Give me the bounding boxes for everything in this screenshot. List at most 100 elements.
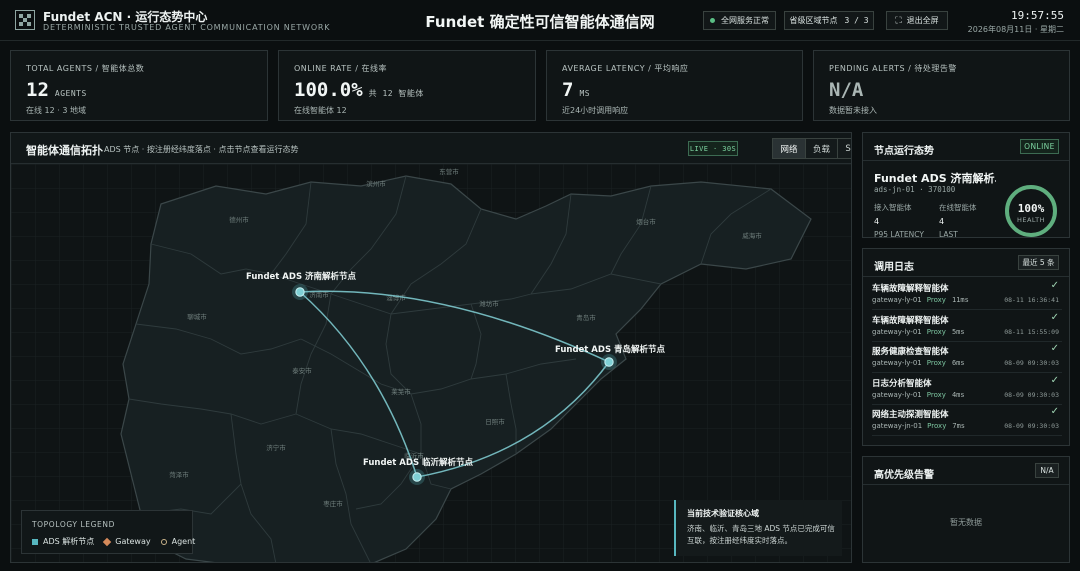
city-label: 济宁市 xyxy=(266,443,286,452)
alerts-empty-text: 暂无数据 xyxy=(950,518,982,527)
topology-header: 智能体通信拓扑 ADS 节点 · 按注册经纬度落点 · 点击节点查看运行态势 L… xyxy=(11,133,851,164)
tab-network[interactable]: 网络 xyxy=(773,139,805,158)
topology-title: 智能体通信拓扑 xyxy=(26,144,103,157)
topology-panel: 智能体通信拓扑 ADS 节点 · 按注册经纬度落点 · 点击节点查看运行态势 L… xyxy=(10,132,852,563)
call-log-panel: 调用日志 最近 5 条 车辆故障解释智能体 ✓ gateway-ly-01 Proxy… xyxy=(862,248,1070,446)
alerts-badge: N/A xyxy=(1035,463,1059,478)
logo-icon xyxy=(15,10,35,30)
stat-sub: 在线智能体 12 xyxy=(294,106,347,115)
priority-alerts-panel: 高优先级告警 N/A 暂无数据 xyxy=(862,456,1070,563)
call-log-title: 调用日志 xyxy=(874,262,914,273)
city-label: 枣庄市 xyxy=(323,499,343,508)
online-badge: ONLINE xyxy=(1020,139,1059,154)
stat-card-average-latency: AVERAGE LATENCY / 平均响应 7 MS 近24小时调用响应 xyxy=(546,50,803,121)
node-id: ads-jn-01 · 370100 xyxy=(874,185,956,194)
city-label: 威海市 xyxy=(742,231,762,240)
city-label: 烟台市 xyxy=(636,217,656,226)
stat-card-online-rate: ONLINE RATE / 在线率 100.0% 共 12 智能体 在线智能体 1… xyxy=(278,50,536,121)
city-label: 泰安市 xyxy=(292,366,312,375)
log-agent-name: 日志分析智能体 xyxy=(872,378,932,389)
agent-icon xyxy=(160,538,167,545)
node-label-qingdao: Fundet ADS 青岛解析节点 xyxy=(555,344,666,355)
stat-card-pending-alerts: PENDING ALERTS / 待处理告警 N/A 数据暂未接入 xyxy=(813,50,1070,121)
core-domain-note: 当前技术验证核心域 济南、临沂、青岛三地 ADS 节点已完成可信互联，按注册经纬… xyxy=(674,500,842,556)
brand-subtitle: DETERMINISTIC TRUSTED AGENT COMMUNICATIO… xyxy=(43,23,331,32)
log-meta: gateway-ly-01 Proxy 6ms xyxy=(872,359,965,368)
city-label: 德州市 xyxy=(229,215,249,224)
stat-value: N/A xyxy=(829,79,864,101)
stat-value: 12 AGENTS xyxy=(26,79,87,101)
success-check-icon: ✓ xyxy=(1050,406,1059,418)
legend-title: TOPOLOGY LEGEND xyxy=(32,520,115,529)
log-meta: gateway-jn-01 Proxy 7ms xyxy=(872,422,966,431)
kv-online-agents: 在线智能体 4 xyxy=(939,203,977,226)
stat-sub: 数据暂未接入 xyxy=(829,106,877,115)
city-label: 滨州市 xyxy=(366,179,386,188)
kv-last: LAST xyxy=(939,230,958,238)
call-log-item[interactable]: 服务健康检查智能体 ✓ gateway-ly-01 Proxy 6ms 08-09 09:… xyxy=(872,342,1062,374)
call-log-item[interactable]: 网络主动探测智能体 ✓ gateway-jn-01 Proxy 7ms 08-09 09:… xyxy=(872,405,1062,437)
legend-item-gateway: Gateway xyxy=(103,536,151,547)
success-check-icon: ✓ xyxy=(1050,343,1059,355)
log-agent-name: 车辆故障解释智能体 xyxy=(872,284,949,294)
city-label: 潍坊市 xyxy=(479,299,499,308)
log-timestamp: 08-09 09:30:03 xyxy=(1004,422,1059,431)
tab-load[interactable]: 负载 xyxy=(805,139,837,158)
log-timestamp: 08-11 15:55:09 xyxy=(1004,327,1059,336)
log-agent-name: 网络主动探测智能体 xyxy=(872,410,949,421)
node-status-panel: 节点运行态势 ONLINE Fundet ADS 济南解析… ads-jn-01… xyxy=(862,132,1070,238)
network-status-label: 全网服务正常 xyxy=(721,16,769,25)
city-label: 青岛市 xyxy=(576,313,596,322)
network-status-pill[interactable]: 全网服务正常 xyxy=(703,11,776,30)
note-title: 当前技术验证核心域 xyxy=(687,509,759,518)
gateway-icon xyxy=(103,537,112,546)
top-header: Fundet ACN · 运行态势中心 DETERMINISTIC TRUSTE… xyxy=(0,0,1080,41)
province-nodes-label: 省级区域节点 xyxy=(789,16,838,25)
recent-filter-button[interactable]: 最近 5 条 xyxy=(1018,255,1059,270)
stat-label: ONLINE RATE / 在线率 xyxy=(294,64,387,73)
stat-label: TOTAL AGENTS / 智能体总数 xyxy=(26,64,145,73)
success-check-icon: ✓ xyxy=(1050,311,1059,323)
status-dot-icon xyxy=(710,18,715,23)
log-agent-name: 服务健康检查智能体 xyxy=(872,347,949,358)
success-check-icon: ✓ xyxy=(1050,280,1059,291)
note-text: 济南、临沂、青岛三地 ADS 节点已完成可信互联，按注册经纬度实时落点。 xyxy=(687,524,835,545)
call-log-item[interactable]: 车辆故障解释智能体 ✓ gateway-ly-01 Proxy 11ms 08-11 16… xyxy=(872,279,1062,310)
live-badge: LIVE · 30S xyxy=(688,141,738,156)
exit-fullscreen-label: 退出全屏 xyxy=(906,16,939,25)
city-label: 聊城市 xyxy=(187,312,207,321)
province-nodes-pill[interactable]: 省级区域节点 3 / 3 xyxy=(784,11,874,30)
clock-date: 2026年08月11日 · 星期二 xyxy=(967,25,1064,34)
kv-p95-latency: P95 LATENCY xyxy=(874,230,924,238)
call-log-item[interactable]: 日志分析智能体 ✓ gateway-ly-01 Proxy 4ms 08-09 09:30… xyxy=(872,374,1062,405)
province-nodes-value: 3 / 3 xyxy=(844,16,869,25)
topology-legend: TOPOLOGY LEGEND ADS 解析节点 Gateway Agent xyxy=(21,510,195,554)
log-timestamp: 08-09 09:30:03 xyxy=(1004,390,1059,399)
legend-item-ads: ADS 解析节点 xyxy=(32,536,94,547)
topology-subtitle: ADS 节点 · 按注册经纬度落点 · 点击节点查看运行态势 xyxy=(104,145,299,154)
stat-sub: 在线 12 · 3 地域 xyxy=(26,106,86,115)
tab-sla[interactable]: SLA xyxy=(837,139,851,158)
success-check-icon: ✓ xyxy=(1050,374,1059,386)
ads-node-icon xyxy=(32,538,38,545)
call-log-item[interactable]: 车辆故障解释智能体 ✓ gateway-ly-01 Proxy 5ms 08-11 15:… xyxy=(872,311,1062,342)
log-meta: gateway-ly-01 Proxy 5ms xyxy=(872,327,965,336)
node-label-linyi: Fundet ADS 临沂解析节点 xyxy=(363,457,474,468)
page-title: Fundet 确定性可信智能体通信网 xyxy=(425,13,655,31)
log-agent-name: 车辆故障解释智能体 xyxy=(872,315,949,326)
alerts-title: 高优先级告警 xyxy=(874,470,934,481)
exit-fullscreen-button[interactable]: ⛶ 退出全屏 xyxy=(886,11,948,30)
stat-value: 7 MS xyxy=(562,79,591,101)
log-meta: gateway-ly-01 Proxy 11ms xyxy=(872,296,969,304)
city-label: 日照市 xyxy=(485,417,505,426)
health-label: HEALTH xyxy=(1016,216,1046,224)
clock-time: 19:57:55 xyxy=(1011,9,1064,22)
kv-connected-agents: 接入智能体 4 xyxy=(874,203,912,226)
stat-card-total-agents: TOTAL AGENTS / 智能体总数 12 AGENTS 在线 12 · 3 … xyxy=(10,50,268,121)
stat-label: PENDING ALERTS / 待处理告警 xyxy=(829,64,957,73)
view-tabs: 网络 负载 SLA xyxy=(772,138,851,159)
fullscreen-exit-icon: ⛶ xyxy=(895,15,902,26)
stat-label: AVERAGE LATENCY / 平均响应 xyxy=(562,64,689,73)
log-timestamp: 08-09 09:30:03 xyxy=(1004,359,1059,368)
log-timestamp: 08-11 16:36:41 xyxy=(1004,296,1059,304)
